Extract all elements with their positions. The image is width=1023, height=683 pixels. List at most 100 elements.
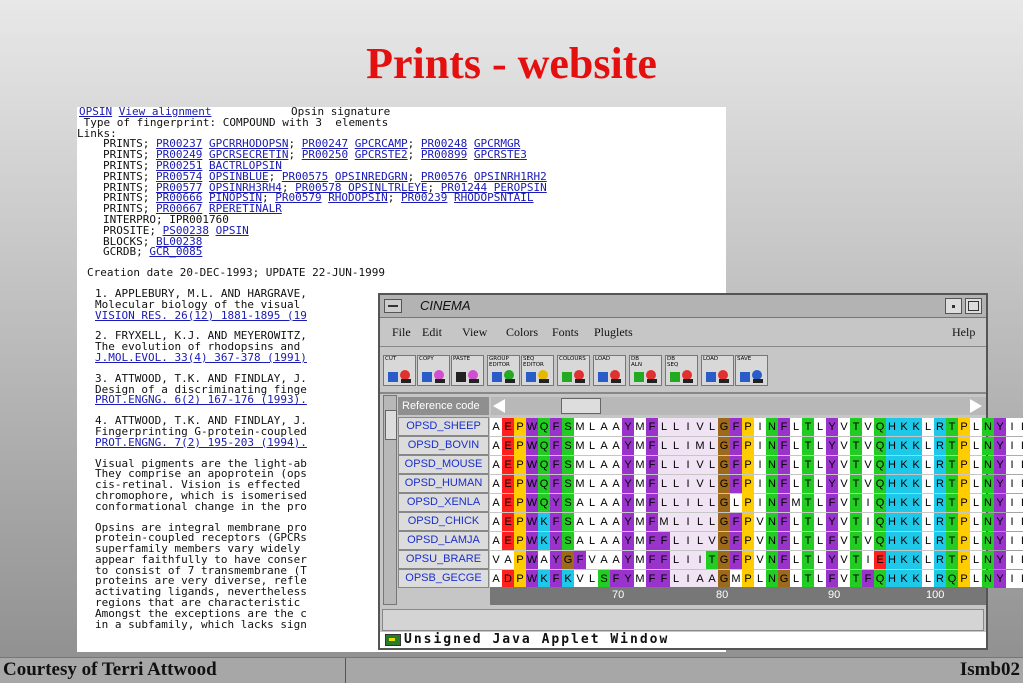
footer-credit: Courtesy of Terri Attwood [3,659,217,680]
prints-family-link[interactable]: GPCRSTE2 [355,148,408,161]
applet-warning-bar: Unsigned Java Applet Window [380,632,986,648]
sequence-name[interactable]: OPSD_BOVIN [398,436,489,455]
menu-file[interactable]: File [392,325,411,340]
copy-button[interactable]: COPY [417,355,450,386]
scroll-left-arrow-icon[interactable] [493,399,505,413]
db-aln-button[interactable]: DB ALN [629,355,662,386]
sequence-row[interactable]: AEPWQFSMLAAYMFLLIMLGFPINFLTLYVTVQHKKLRTP… [490,437,1023,455]
sequence-name[interactable]: OPSD_MOUSE [398,455,489,474]
paste-icon [455,368,481,384]
prints-accession-link[interactable]: PR00579 [275,191,321,204]
sequence-row[interactable]: AEPWQFSMLAAYMFLLIVLGFPINFLTLYVTVQHKKLRTP… [490,475,1023,493]
cinema-window: CINEMA File Edit View Colors Fonts Plugl… [378,293,1023,650]
maximize-button[interactable] [965,298,982,314]
colours-button[interactable]: COLOURS [557,355,590,386]
sequence-name[interactable]: OPSD_CHICK [398,512,489,531]
menu-fonts[interactable]: Fonts [552,325,579,340]
key-icon [385,634,401,646]
prints-family-link[interactable]: RHODOPSIN [328,191,388,204]
sequence-row[interactable]: VAPWAYGFVAAYMFFLIITGFPVNFLTLYVTIEHKKLRTP… [490,551,1023,569]
gcrdb-line: GCRDB; GCR_0085 [103,245,203,259]
group-editor-button[interactable]: GROUP EDITOR [487,355,520,386]
tool-label: PASTE [453,356,471,362]
toolbar: CUT COPY PASTE GROUP EDITOR SEQ EDITOR COLOUR… [380,351,986,391]
load-icon [597,368,623,384]
sequence-row[interactable]: AEPWQFSMLAAYMFLLIVLGFPINFLTLYVTVQHKKLRTP… [490,456,1023,474]
paste-button[interactable]: PASTE [451,355,484,386]
reference-citation-link[interactable]: VISION RES. 26(12) 1881-1895 (19 [95,309,307,322]
seq-editor-button[interactable]: SEQ EDITOR [521,355,554,386]
window-titlebar: CINEMA [380,295,986,318]
load-button[interactable]: LOAD [701,355,734,386]
group-editor-icon [491,368,517,384]
menu-edit[interactable]: Edit [422,325,442,340]
reference-citation-link[interactable]: PROT.ENGNG. 6(2) 167-176 (1993). [95,393,307,406]
cut-button[interactable]: CUT [383,355,416,386]
sequence-name[interactable]: OPSD_LAMJA [398,531,489,550]
minimize-button[interactable] [945,298,962,314]
sequence-row[interactable]: ADPWKFKVLSFYMFFLIAAGMPLNGLTLFVTFQHKKLRQP… [490,570,1023,588]
scroll-right-arrow-icon[interactable] [970,399,982,413]
horizontal-scroll-thumb[interactable] [561,398,601,414]
tool-label: LOAD [595,356,611,362]
ruler-label: 100 [926,589,945,601]
sequence-row[interactable]: AEPWKFSALAAYMFMLILLGFPVNFLTLYVTIQHKKLRTP… [490,513,1023,531]
cut-icon [387,368,413,384]
save-button[interactable]: SAVE [735,355,768,386]
prints-family-link[interactable]: RHODOPSNTAIL [454,191,533,204]
save-icon [739,368,765,384]
tool-label: GROUP EDITOR [489,356,510,368]
load-button[interactable]: LOAD [593,355,626,386]
prints-accession-link[interactable]: PR00250 [302,148,348,161]
db-seq-button[interactable]: DB SEQ [665,355,698,386]
tool-label: CUT [385,356,397,362]
tool-label: COPY [419,356,434,362]
window-title: CINEMA [420,298,471,313]
fingerprint-type: Type of fingerprint: COMPOUND with 3 ele… [77,115,389,129]
opsin-prosite-link[interactable]: OPSIN [216,224,249,237]
menu-view[interactable]: View [462,325,487,340]
tool-label: LOAD [703,356,719,362]
db-aln-icon [633,368,659,384]
sequence-name[interactable]: OPSD_XENLA [398,493,489,512]
footer-conference: Ismb02 [959,659,1020,680]
prints-family-link[interactable]: GPCRSTE3 [474,148,527,161]
sequence-name[interactable]: OPSB_GECGE [398,569,489,588]
load-icon [705,368,731,384]
alignment-panel: Reference code OPSD_SHEEP A E P W Q F S M L A A Y M F L… [380,395,1023,607]
sequence-name[interactable]: OPSD_HUMAN [398,474,489,493]
reference-code-header: Reference code [398,397,489,415]
menu-bar: File Edit View Colors Fonts Pluglets Hel… [380,318,986,347]
reference-citation-link[interactable]: J.MOL.EVOL. 33(4) 367-378 (1991) [95,351,307,364]
prints-accession-link[interactable]: PR00899 [421,148,467,161]
window-menu-button[interactable] [384,299,402,313]
tool-label: DB ALN [631,356,642,368]
slide-title: Prints - website [366,39,657,88]
position-ruler: 70 80 90 100 [490,587,986,605]
reference-citation-link[interactable]: PROT.ENGNG. 7(2) 195-203 (1994). [95,436,307,449]
applet-warning-text: Unsigned Java Applet Window [404,632,670,647]
tool-label: SAVE [737,356,752,362]
horizontal-scrollbar[interactable] [491,397,986,415]
vertical-scroll-thumb[interactable] [385,410,397,440]
seq-editor-icon [525,368,551,384]
sequence-row[interactable]: AEPWQFSMLAAYMFLLIVLGFPINFLTLYVTVQHKKLRTP… [490,418,1023,436]
ruler-label: 70 [612,589,625,601]
db-seq-icon [669,368,695,384]
gcr0085-link[interactable]: GCR_0085 [149,245,202,258]
menu-colors[interactable]: Colors [506,325,538,340]
copy-icon [421,368,447,384]
sequence-name[interactable]: OPSU_BRARE [398,550,489,569]
prints-accession-link[interactable]: PR00239 [401,191,447,204]
menu-help[interactable]: Help [952,325,975,340]
tool-label: COLOURS [559,356,586,362]
sequence-row[interactable]: AEPWQYSALAAYMFLLILLGLPINFMTLFVTIQHKKLRTP… [490,494,1023,512]
sequence-row[interactable]: AEPWKYSALAAYMFFLILVGFPVNFLTLFVTVQHKKLRTP… [490,532,1023,550]
vertical-scrollbar[interactable] [383,395,397,605]
prints-links-list: PRINTS; PR00237 GPCRRHODOPSN; PR00247 GP… [77,138,726,215]
colours-icon [561,368,587,384]
creation-date: Creation date 20-DEC-1993; UPDATE 22-JUN… [87,266,386,280]
sequence-name[interactable]: OPSD_SHEEP [398,417,489,436]
ruler-label: 80 [716,589,729,601]
menu-pluglets[interactable]: Pluglets [594,325,633,340]
